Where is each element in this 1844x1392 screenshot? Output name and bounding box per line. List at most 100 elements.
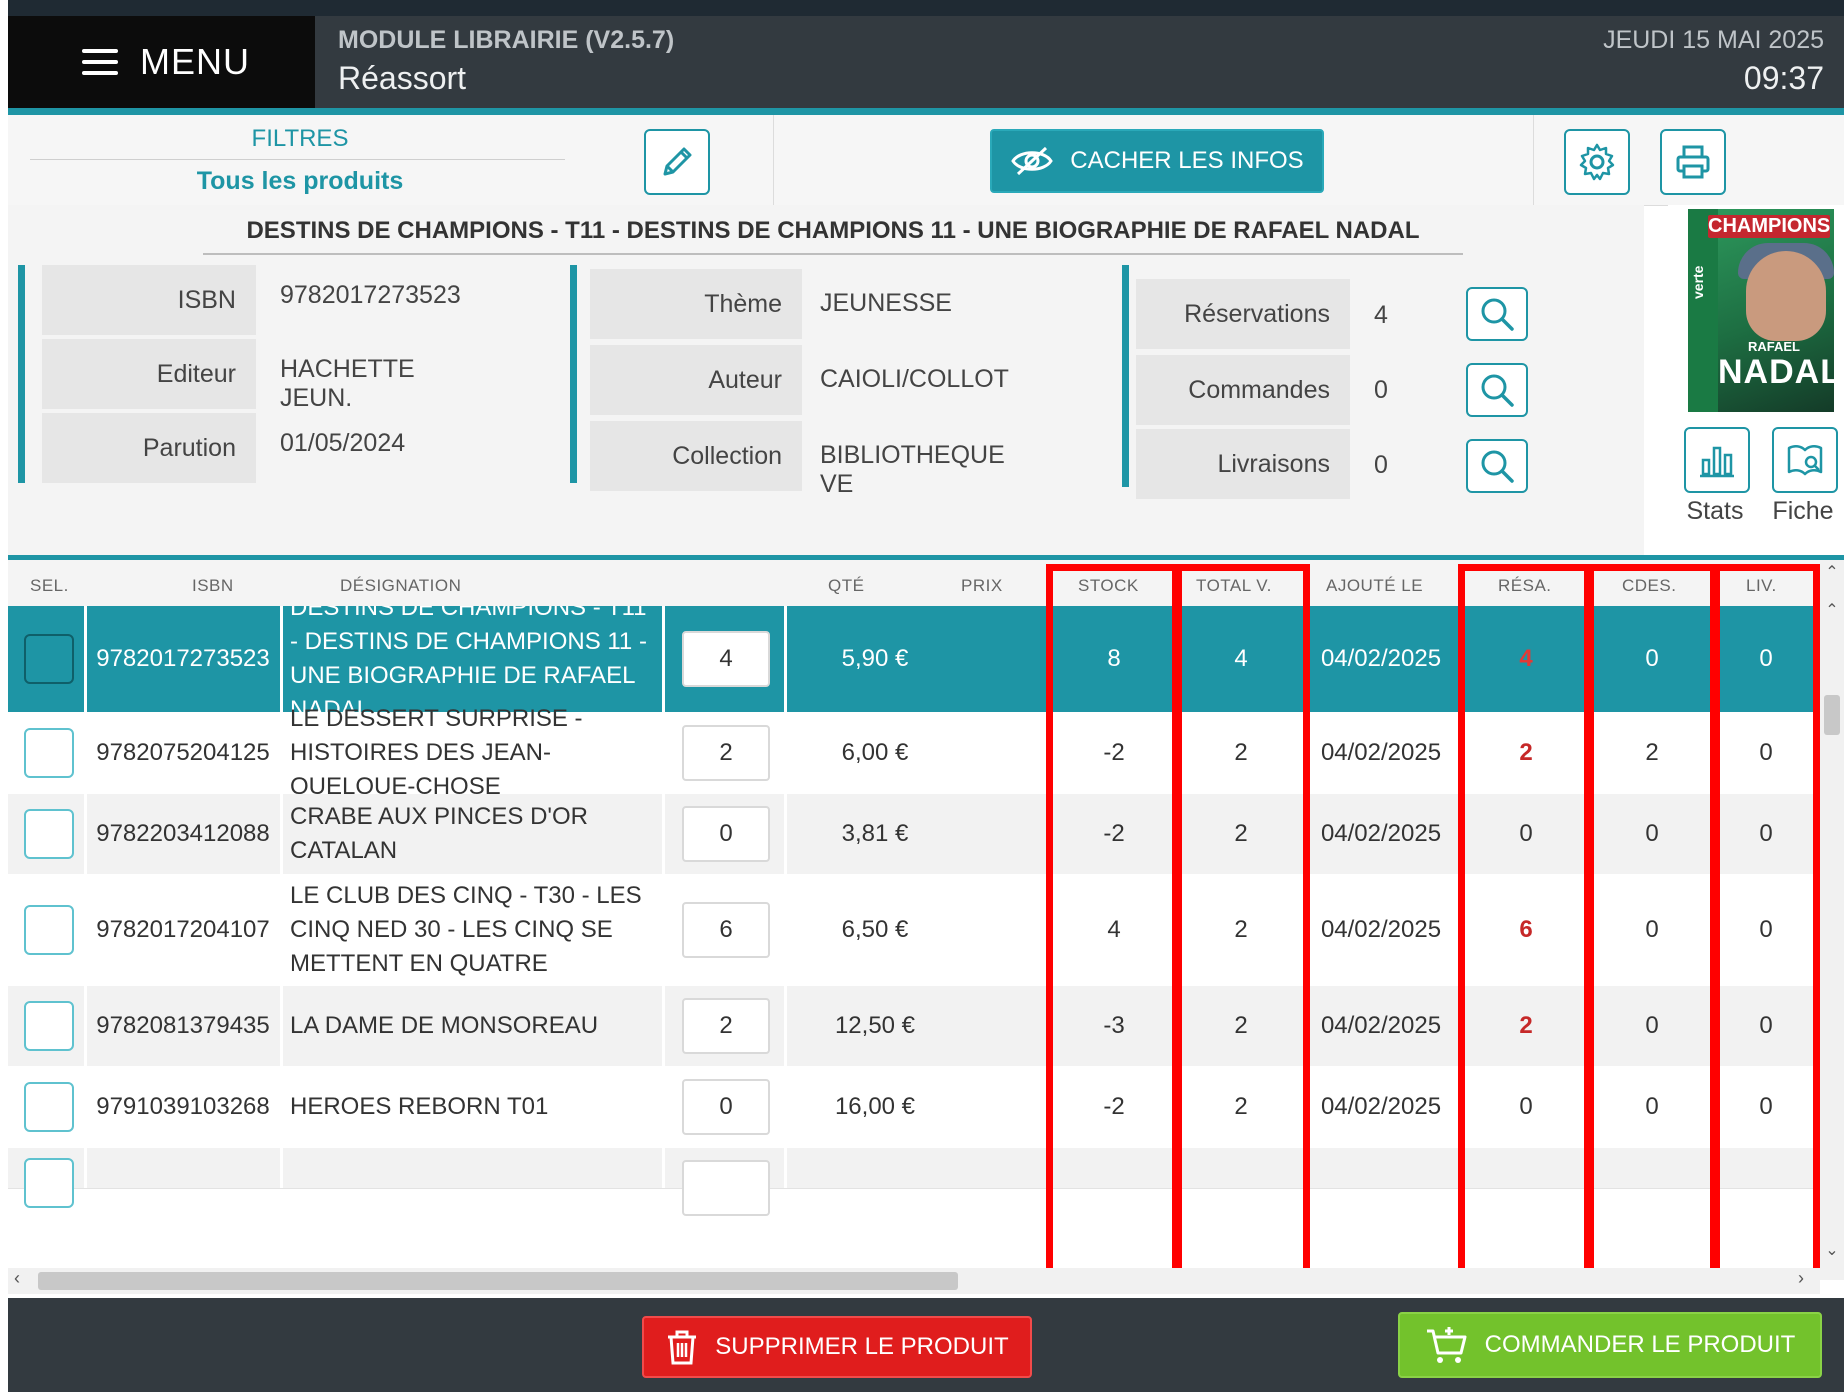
th-ajoute[interactable]: AJOUTÉ LE (1326, 576, 1423, 596)
row-checkbox[interactable] (24, 905, 74, 955)
fiche-label: Fiche (1772, 497, 1834, 525)
cover-face-shape (1746, 251, 1826, 341)
th-prix[interactable]: PRIX (961, 576, 1003, 596)
qty-input[interactable]: 6 (682, 902, 770, 958)
column-separator (662, 874, 665, 986)
header-time: 09:37 (1743, 60, 1824, 96)
column-separator (784, 712, 787, 794)
column-separator (280, 986, 283, 1066)
column-separator (784, 986, 787, 1066)
hide-info-label: CACHER LES INFOS (1070, 147, 1304, 174)
trash-icon (668, 1330, 697, 1365)
th-qte[interactable]: QTÉ (828, 576, 864, 596)
row-checkbox[interactable] (24, 1082, 74, 1132)
theme-value: JEUNESSE (820, 289, 952, 317)
horizontal-scroll-thumb[interactable] (38, 1272, 958, 1290)
search-icon (1481, 374, 1514, 407)
ajoute-cell: 04/02/2025 (1320, 739, 1442, 766)
collection-value: BIBLIOTHEQUE VE (820, 441, 1005, 498)
column-separator (84, 1148, 87, 1188)
scroll-left-icon[interactable]: ‹ (14, 1268, 20, 1289)
order-product-button[interactable]: COMMANDER LE PRODUIT (1398, 1312, 1822, 1378)
isbn-cell: 9782081379435 (96, 1012, 270, 1039)
isbn-cell: 9791039103268 (96, 1093, 270, 1120)
qty-input[interactable]: 2 (682, 998, 770, 1054)
bar-chart-icon (1700, 446, 1734, 478)
commandes-label: Commandes (1136, 355, 1350, 425)
parution-value: 01/05/2024 (280, 429, 406, 457)
theme-label: Thème (590, 269, 802, 339)
book-search-icon (1787, 445, 1823, 476)
hamburger-icon (82, 49, 118, 75)
column-separator (84, 986, 87, 1066)
order-product-label: COMMANDER LE PRODUIT (1484, 1331, 1796, 1358)
filters-label: FILTRES (251, 125, 349, 152)
pencil-icon (663, 147, 692, 176)
th-designation[interactable]: DÉSIGNATION (340, 576, 461, 596)
delete-product-label: SUPPRIMER LE PRODUIT (715, 1333, 1009, 1360)
header-date: JEUDI 15 MAI 2025 (1603, 26, 1824, 54)
price-cell: 3,81 € (841, 820, 909, 847)
parution-label: Parution (42, 413, 256, 483)
commandes-value: 0 (1374, 376, 1388, 404)
row-checkbox[interactable] (24, 634, 74, 684)
hide-info-button[interactable]: CACHER LES INFOS (990, 129, 1324, 193)
column-separator (280, 712, 283, 794)
price-cell: 5,90 € (841, 645, 909, 672)
column-separator (662, 1148, 665, 1188)
commandes-search-button[interactable] (1466, 363, 1528, 417)
row-checkbox[interactable] (24, 728, 74, 778)
scroll-right-icon[interactable]: › (1798, 1268, 1804, 1289)
stats-button[interactable] (1684, 427, 1750, 493)
row-checkbox[interactable] (24, 1001, 74, 1051)
settings-button[interactable] (1564, 129, 1630, 195)
scroll-up-icon[interactable]: ⌃ (1820, 562, 1844, 582)
fiche-button[interactable] (1772, 427, 1838, 493)
collection-label: Collection (590, 421, 802, 491)
select-cell (24, 874, 84, 986)
info-block-accent (570, 265, 577, 483)
side-panel: CHAMPIONS verte RAFAEL NADAL Stats Fiche (1668, 205, 1844, 550)
reservations-label: Réservations (1136, 279, 1350, 349)
qty-input[interactable]: 0 (682, 1079, 770, 1135)
th-sel[interactable]: SEL. (30, 576, 69, 596)
editeur-label: Editeur (42, 339, 256, 409)
qty-input[interactable]: 0 (682, 806, 770, 862)
livraisons-search-button[interactable] (1466, 439, 1528, 493)
row-checkbox[interactable] (24, 809, 74, 859)
menu-button[interactable]: MENU (8, 16, 315, 108)
vertical-scroll-thumb[interactable] (1824, 695, 1840, 735)
qty-input[interactable]: 4 (682, 631, 770, 687)
scroll-up-icon[interactable]: ⌃ (1820, 600, 1844, 620)
isbn-cell: 9782203412088 (96, 820, 270, 847)
book-cover-image: CHAMPIONS verte RAFAEL NADAL (1688, 209, 1834, 412)
menu-label: MENU (140, 41, 250, 82)
header-accent-bar (8, 108, 1844, 115)
column-separator (662, 606, 665, 712)
page-title: Réassort (338, 60, 467, 96)
livraisons-value: 0 (1374, 451, 1388, 479)
edit-filters-button[interactable] (644, 129, 710, 195)
delete-product-button[interactable]: SUPPRIMER LE PRODUIT (642, 1316, 1032, 1378)
livraisons-label: Livraisons (1136, 429, 1350, 499)
horizontal-scrollbar[interactable]: ‹ › (8, 1268, 1820, 1294)
vertical-scrollbar[interactable]: ⌃ ⌃ ⌄ (1820, 560, 1844, 1280)
printer-icon (1676, 145, 1710, 179)
qty-input[interactable]: 2 (682, 725, 770, 781)
qty-input[interactable] (682, 1160, 770, 1216)
column-separator (662, 712, 665, 794)
row-checkbox[interactable] (24, 1158, 74, 1208)
info-block-accent (1122, 265, 1129, 487)
isbn-cell: 9782017273523 (96, 645, 270, 672)
th-isbn[interactable]: ISBN (192, 576, 234, 596)
ajoute-cell: 04/02/2025 (1320, 645, 1442, 672)
column-separator (280, 1148, 283, 1188)
filters-value[interactable]: Tous les produits (30, 167, 570, 196)
print-button[interactable] (1660, 129, 1726, 195)
scroll-down-icon[interactable]: ⌄ (1820, 1240, 1844, 1260)
qty-cell: 4 (668, 606, 784, 712)
isbn-cell: 9782075204125 (96, 739, 270, 766)
column-separator (280, 1066, 283, 1148)
reservations-search-button[interactable] (1466, 287, 1528, 341)
qty-cell: 0 (668, 794, 784, 874)
